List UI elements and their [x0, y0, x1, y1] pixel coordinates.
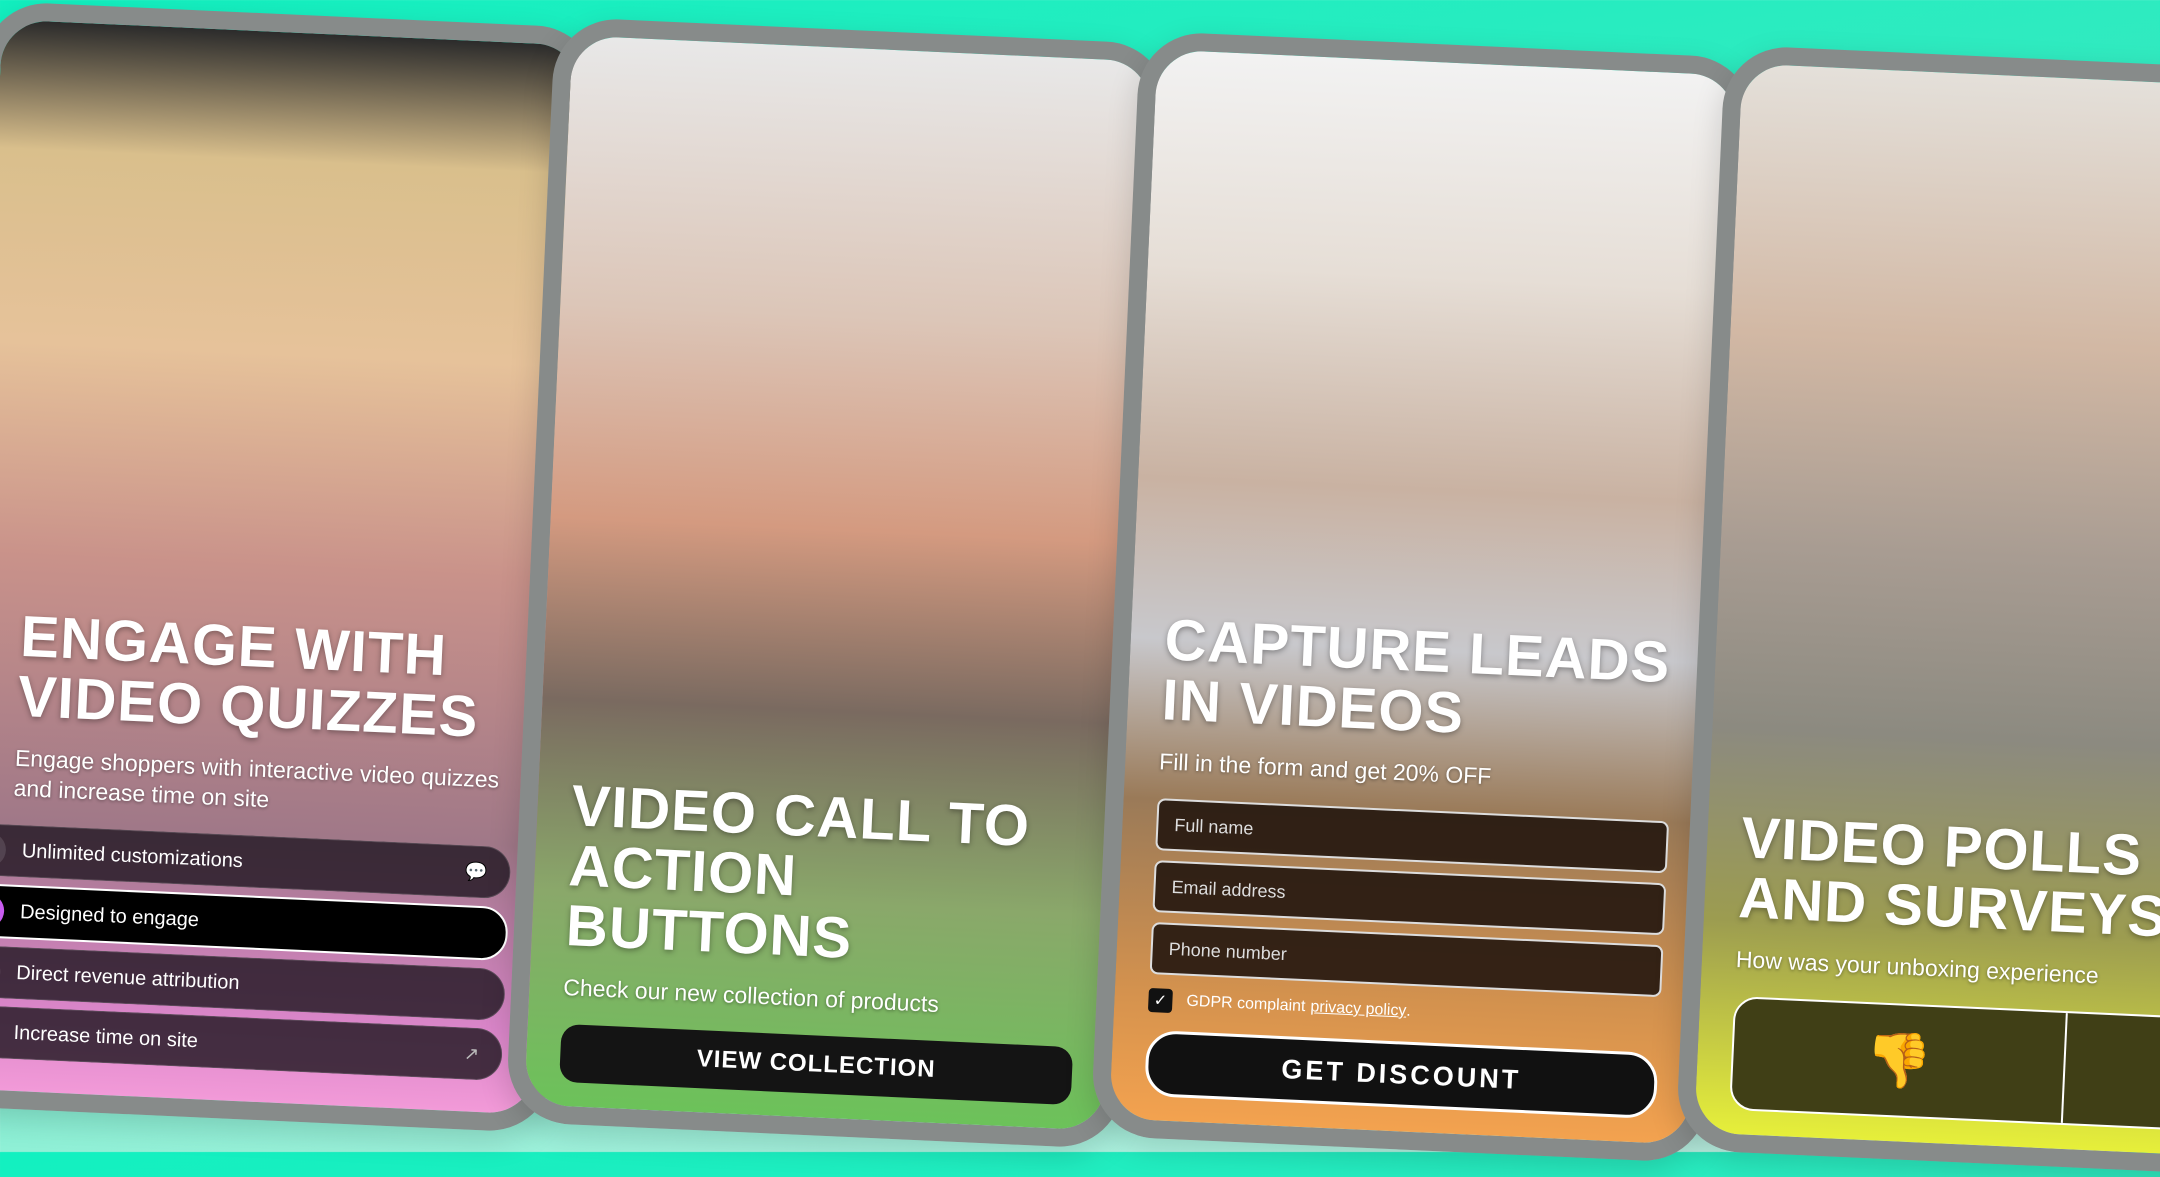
card-subtitle: Check our new collection of products [562, 973, 940, 1017]
quiz-content: ENGAGE WITH VIDEO QUIZZES Engage shoppers… [0, 604, 521, 1089]
card-title: ENGAGE WITH VIDEO QUIZZES [16, 604, 521, 750]
poll-card: VIDEO POLLS AND SURVEYS How was your unbo… [1675, 44, 2160, 1177]
option-label: Increase time on site [13, 1021, 199, 1052]
external-link-icon: ↗ [463, 1042, 480, 1064]
phone-field[interactable]: Phone number [1149, 922, 1664, 998]
card-title: CAPTURE LEADS IN VIDEOS [1161, 607, 1678, 753]
lead-form: CAPTURE LEADS IN VIDEOS Fill in the form … [1144, 607, 1678, 1120]
card-title: VIDEO POLLS AND SURVEYS [1737, 805, 2160, 954]
option-marker [0, 892, 5, 929]
thumbs-down-icon[interactable]: 👎 [1731, 998, 2066, 1123]
chat-bubble-icon: 💬 [464, 860, 488, 882]
cta-card: VIDEO CALL TO ACTION BUTTONS Check our ne… [505, 16, 1171, 1150]
option-label: Direct revenue attribution [15, 961, 241, 994]
full-name-field[interactable]: Full name [1155, 798, 1670, 874]
card-subtitle: Engage shoppers with interactive video q… [13, 744, 500, 813]
gdpr-label: GDPR complaint [1186, 992, 1306, 1016]
option-label: Unlimited customizations [21, 839, 244, 872]
quiz-card: ENGAGE WITH VIDEO QUIZZES Engage shoppers… [0, 0, 601, 1134]
poll-content: VIDEO POLLS AND SURVEYS How was your unbo… [1729, 805, 2160, 1141]
email-field[interactable]: Email address [1152, 860, 1667, 936]
card-subtitle: How was your unboxing experience [1735, 946, 2100, 989]
title-line: AND SURVEYS [1737, 865, 2160, 950]
card-subtitle: Fill in the form and get 20% OFF [1158, 748, 1492, 790]
lead-capture-card: CAPTURE LEADS IN VIDEOS Fill in the form … [1090, 30, 1756, 1164]
gdpr-checkbox[interactable]: ✓ [1147, 987, 1173, 1014]
card-title: VIDEO CALL TO ACTION BUTTONS [565, 773, 1085, 979]
gdpr-consent: ✓ GDPR complaint privacy policy. [1147, 987, 1661, 1035]
thumbs-up-icon[interactable]: 👍 [2060, 1013, 2160, 1138]
privacy-policy-link[interactable]: privacy policy [1310, 998, 1407, 1020]
cta-content: VIDEO CALL TO ACTION BUTTONS Check our ne… [559, 773, 1085, 1106]
option-label: Designed to engage [19, 900, 200, 931]
option-marker: A [0, 831, 7, 868]
option-marker [0, 953, 2, 990]
